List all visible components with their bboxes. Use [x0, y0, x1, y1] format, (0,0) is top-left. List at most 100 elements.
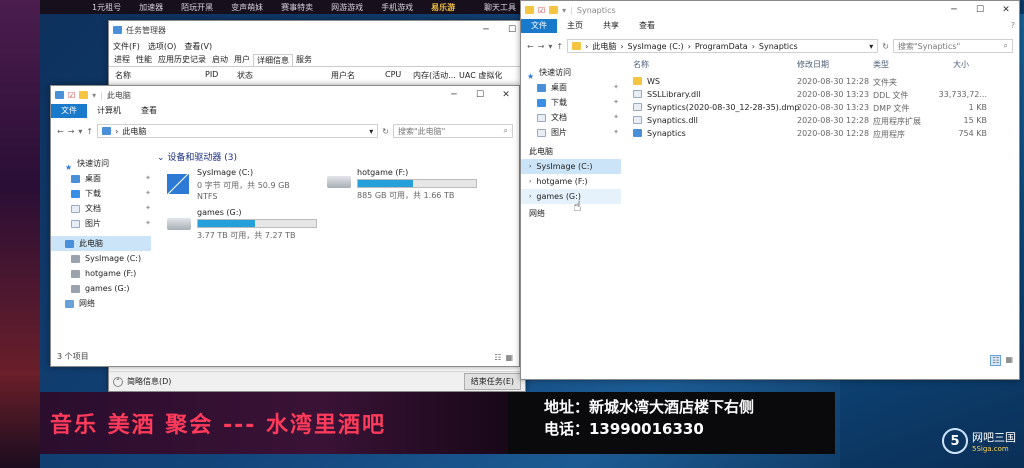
nav-documents[interactable]: 文档 ✦	[65, 201, 151, 216]
file-row[interactable]: WS 2020-08-30 12:28 文件夹	[627, 75, 1017, 88]
col-name[interactable]: 名称	[115, 70, 131, 81]
chevron-down-icon[interactable]: ▾	[562, 6, 566, 15]
minimize-button[interactable]: ─	[473, 25, 499, 35]
properties-icon[interactable]: ☑	[538, 6, 545, 15]
collapse-icon[interactable]: ⌃	[113, 376, 123, 387]
nav-downloads[interactable]: 下载 ✦	[527, 95, 619, 110]
end-task-button[interactable]: 结束任务(E)	[463, 373, 521, 390]
menu-item[interactable]: 1元租号	[92, 2, 121, 13]
menu-item[interactable]: 网游游戏	[331, 2, 363, 13]
col-cpu[interactable]: CPU	[385, 70, 401, 79]
drive-tile-c[interactable]: SysImage (C:) 0 字节 可用，共 50.9 GB NTFS	[167, 168, 317, 208]
breadcrumb-this-pc[interactable]: 此电脑	[122, 126, 146, 137]
breadcrumb-item[interactable]: SysImage (C:)	[628, 42, 684, 51]
nav-pictures[interactable]: 图片 ✦	[527, 125, 619, 140]
forward-icon[interactable]: →	[68, 127, 75, 136]
minimize-button[interactable]: ─	[941, 5, 967, 15]
nav-desktop[interactable]: 桌面 ✦	[65, 171, 151, 186]
breadcrumb-item[interactable]: ProgramData	[695, 42, 748, 51]
maximize-button[interactable]: ☐	[967, 5, 993, 15]
tab-startup[interactable]: 启动	[209, 54, 231, 65]
col-pid[interactable]: PID	[205, 70, 218, 79]
minimize-button[interactable]: ─	[441, 90, 467, 100]
tab-services[interactable]: 服务	[293, 54, 315, 65]
dropdown-icon[interactable]: ▾	[369, 127, 373, 136]
new-folder-icon[interactable]	[79, 91, 89, 99]
properties-icon[interactable]: ☑	[68, 91, 75, 100]
dropdown-icon[interactable]: ▾	[869, 42, 873, 51]
menu-file[interactable]: 文件(F)	[113, 41, 140, 52]
menu-options[interactable]: 选项(O)	[148, 41, 177, 52]
nav-pictures[interactable]: 图片 ✦	[65, 216, 151, 231]
tiles-view-icon[interactable]: ▦	[505, 353, 513, 362]
collapse-chevron-icon[interactable]: ⌄	[157, 153, 165, 163]
menu-view[interactable]: 查看(V)	[184, 41, 212, 52]
menu-item[interactable]: 聊天工具	[484, 2, 516, 13]
maximize-button[interactable]: ☐	[467, 90, 493, 100]
tab-performance[interactable]: 性能	[133, 54, 155, 65]
back-icon[interactable]: ←	[527, 42, 534, 51]
col-user[interactable]: 用户名	[331, 70, 355, 81]
col-memory[interactable]: 内存(活动...	[413, 70, 456, 81]
col-date[interactable]: 修改日期	[797, 59, 829, 70]
back-icon[interactable]: ←	[57, 127, 64, 136]
chevron-down-icon[interactable]: ▾	[548, 42, 552, 51]
ribbon-tab-file[interactable]: 文件	[521, 19, 557, 33]
file-row[interactable]: Synaptics(2020-08-30_12-28-35).dmp 2020-…	[627, 101, 1017, 114]
tab-details[interactable]: 详细信息	[253, 53, 293, 66]
ribbon-tab-view[interactable]: 查看	[629, 19, 665, 33]
file-row[interactable]: Synaptics.dll 2020-08-30 12:28 应用程序扩展 15…	[627, 114, 1017, 127]
nav-drive-c[interactable]: › SysImage (C:)	[521, 159, 621, 174]
nav-desktop[interactable]: 桌面 ✦	[527, 80, 619, 95]
details-view-icon[interactable]: ☷	[990, 355, 1002, 366]
drive-tile-f[interactable]: hotgame (F:) 885 GB 可用，共 1.66 TB	[327, 168, 507, 208]
help-icon[interactable]: ?	[1007, 19, 1019, 33]
chevron-down-icon[interactable]: ▾	[78, 127, 82, 136]
nav-drive-g[interactable]: games (G:)	[51, 281, 151, 296]
nav-drive-g[interactable]: › games (G:)	[521, 189, 621, 204]
search-input[interactable]: 搜索"Synaptics" ⌕	[893, 39, 1013, 53]
nav-drive-f[interactable]: › hotgame (F:)	[521, 174, 621, 189]
nav-drive-c[interactable]: SysImage (C:)	[51, 251, 151, 266]
nav-this-pc[interactable]: 此电脑	[521, 144, 621, 159]
nav-network[interactable]: 网络	[521, 206, 621, 221]
col-status[interactable]: 状态	[237, 70, 253, 81]
refresh-icon[interactable]: ↻	[382, 127, 389, 136]
fewer-details-link[interactable]: 简略信息(D)	[127, 376, 171, 387]
col-uac[interactable]: UAC 虚拟化	[459, 70, 502, 81]
nav-quick-access[interactable]: ★ 快速访问	[65, 156, 151, 172]
col-name[interactable]: 名称	[633, 59, 649, 70]
nav-drive-f[interactable]: hotgame (F:)	[51, 266, 151, 281]
close-button[interactable]: ✕	[993, 5, 1019, 15]
menu-item[interactable]: 加速器	[139, 2, 163, 13]
ribbon-tab-file[interactable]: 文件	[51, 104, 87, 118]
ribbon-tab-share[interactable]: 共享	[593, 19, 629, 33]
chevron-down-icon[interactable]: ▾	[92, 91, 96, 100]
refresh-icon[interactable]: ↻	[882, 42, 889, 51]
up-icon[interactable]: ↑	[556, 42, 563, 51]
close-button[interactable]: ✕	[493, 90, 519, 100]
tab-users[interactable]: 用户	[231, 54, 253, 65]
file-row[interactable]: SSLLibrary.dll 2020-08-30 13:23 DDL 文件 3…	[627, 88, 1017, 101]
nav-quick-access[interactable]: ★ 快速访问	[527, 65, 619, 81]
file-row[interactable]: Synaptics 2020-08-30 12:28 应用程序 754 KB	[627, 127, 1017, 140]
menu-item[interactable]: 赛事特卖	[281, 2, 313, 13]
details-view-icon[interactable]: ☷	[494, 353, 501, 362]
nav-downloads[interactable]: 下载 ✦	[65, 186, 151, 201]
drive-tile-g[interactable]: games (G:) 3.77 TB 可用，共 7.27 TB	[167, 208, 327, 248]
menu-item[interactable]: 变声萌妹	[231, 2, 263, 13]
tab-processes[interactable]: 进程	[111, 54, 133, 65]
new-folder-icon[interactable]	[549, 6, 559, 14]
menu-item[interactable]: 陌玩开黑	[181, 2, 213, 13]
ribbon-tab-home[interactable]: 主页	[557, 19, 593, 33]
address-box[interactable]: › 此电脑 ▾	[97, 124, 379, 138]
nav-this-pc[interactable]: 此电脑	[51, 236, 151, 251]
nav-documents[interactable]: 文档 ✦	[527, 110, 619, 125]
col-size[interactable]: 大小	[953, 59, 969, 70]
breadcrumb-item[interactable]: 此电脑	[592, 41, 616, 52]
tab-app-history[interactable]: 应用历史记录	[155, 54, 209, 65]
menu-item[interactable]: 手机游戏	[381, 2, 413, 13]
ribbon-tab-computer[interactable]: 计算机	[87, 104, 131, 118]
ribbon-tab-view[interactable]: 查看	[131, 104, 167, 118]
forward-icon[interactable]: →	[538, 42, 545, 51]
